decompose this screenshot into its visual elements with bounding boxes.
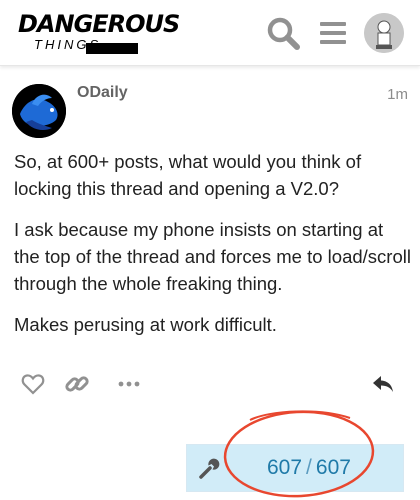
logo-wordmark-top: DANGEROUS [18,10,180,38]
post-paragraph: Makes perusing at work difficult. [14,314,277,335]
link-icon[interactable] [62,370,92,398]
post-paragraph: I ask because my phone insists on starti… [14,219,411,294]
user-avatar[interactable] [364,13,404,53]
site-logo[interactable]: DANGEROUS THINGS [18,10,180,56]
post-content: So, at 600+ posts, what would you think … [14,148,414,352]
annotation-circle [223,410,375,498]
top-header: DANGEROUS THINGS [0,0,420,66]
poster-avatar[interactable] [12,84,66,138]
post-username[interactable]: ODaily [77,84,128,102]
heart-icon[interactable] [18,370,48,398]
post-timestamp[interactable]: 1m [387,86,408,103]
more-icon[interactable] [114,370,144,398]
reply-icon[interactable] [368,370,398,398]
search-icon[interactable] [264,14,302,52]
logo-wordmark-bottom: THINGS [34,37,102,52]
hamburger-menu-icon[interactable] [314,14,352,52]
post-paragraph: So, at 600+ posts, what would you think … [14,151,362,199]
